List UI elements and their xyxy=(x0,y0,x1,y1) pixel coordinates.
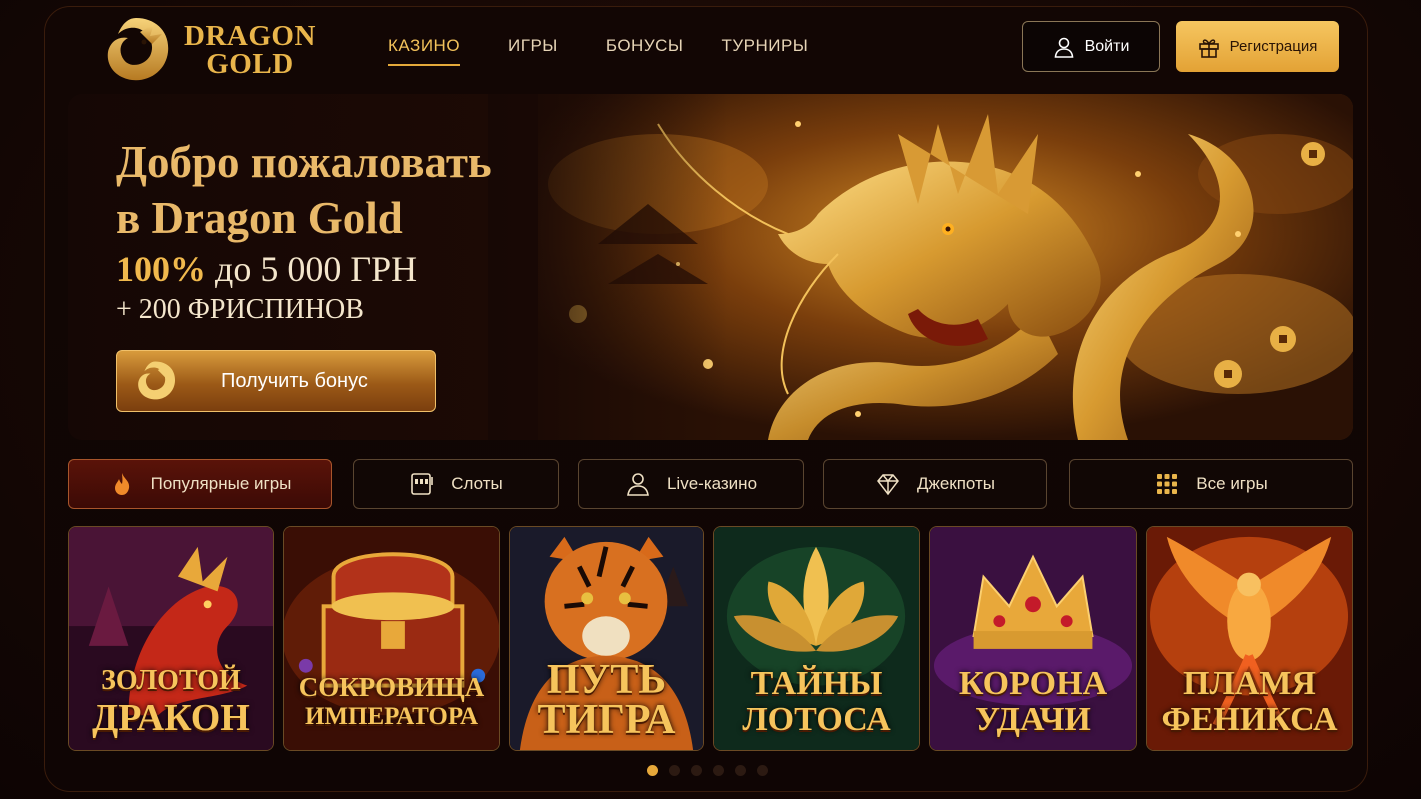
hero-freespins: + 200 ФРИСПИНОВ xyxy=(116,294,364,325)
game-title-line1: ТАЙНЫ xyxy=(750,665,883,702)
pagination-dot[interactable] xyxy=(647,765,658,776)
game-title-line2: ФЕНИКСА xyxy=(1161,701,1338,738)
hero-title-line2: в Dragon Gold xyxy=(116,193,403,243)
game-card-emperor-treasures[interactable]: СОКРОВИЩА ИМПЕРАТОРА xyxy=(283,526,500,751)
register-label: Регистрация xyxy=(1229,38,1318,55)
flame-icon xyxy=(114,473,129,495)
game-card-crown-of-luck[interactable]: КОРОНА УДАЧИ xyxy=(929,526,1137,751)
brand-logo[interactable]: DRAGON GOLD xyxy=(96,12,326,88)
game-card-lotus-secrets[interactable]: ТАЙНЫ ЛОТОСА xyxy=(713,526,920,751)
game-title: СОКРОВИЩА ИМПЕРАТОРА xyxy=(284,672,499,732)
game-title-line2: УДАЧИ xyxy=(975,701,1091,738)
game-title-line1: СОКРОВИЩА xyxy=(298,672,485,702)
slot-machine-icon xyxy=(411,473,434,495)
user-icon xyxy=(1054,37,1073,58)
game-title-line2: ЛОТОСА xyxy=(742,701,891,738)
tab-label: Live-казино xyxy=(666,474,758,493)
tab-label: Слоты xyxy=(451,474,503,493)
get-bonus-label: Получить бонус xyxy=(221,369,368,392)
tab-label: Все игры xyxy=(1196,474,1268,493)
login-label: Войти xyxy=(1084,37,1130,55)
brand-name-line2: GOLD xyxy=(206,48,294,80)
pagination-dot[interactable] xyxy=(735,765,746,776)
tab-label: Популярные игры xyxy=(150,474,292,493)
carousel-pagination xyxy=(647,765,768,776)
brand-name-line1: DRAGON xyxy=(184,20,316,52)
tab-label: Джекпоты xyxy=(916,474,996,493)
pagination-dot[interactable] xyxy=(669,765,680,776)
main-nav: КАЗИНО ИГРЫ БОНУСЫ ТУРНИРЫ xyxy=(388,36,856,66)
nav-bonuses[interactable]: БОНУСЫ xyxy=(606,36,684,66)
tab-slots[interactable]: Слоты xyxy=(353,459,559,509)
dragon-emblem-icon xyxy=(138,361,176,400)
dealer-icon xyxy=(627,473,649,496)
diamond-icon xyxy=(876,474,899,496)
grid-icon xyxy=(1157,474,1178,494)
game-card-tiger-path[interactable]: ПУТЬ ТИГРА xyxy=(509,526,704,751)
game-title-line1: ПУТЬ xyxy=(546,657,667,703)
game-title-line1: КОРОНА xyxy=(958,665,1108,702)
tab-live-casino[interactable]: Live-казино xyxy=(578,459,804,509)
hero-banner: Добро пожаловать в Dragon Gold 100% до 5… xyxy=(68,94,1353,440)
pagination-dot[interactable] xyxy=(691,765,702,776)
game-title-line2: ИМПЕРАТОРА xyxy=(304,703,478,730)
game-title-line2: ДРАКОН xyxy=(92,697,250,739)
gift-icon xyxy=(1198,38,1219,58)
get-bonus-button[interactable]: Получить бонус xyxy=(116,350,436,412)
bonus-percent: 100% xyxy=(116,249,206,289)
nav-games[interactable]: ИГРЫ xyxy=(508,36,558,66)
game-title: КОРОНА УДАЧИ xyxy=(930,666,1136,738)
hero-title-line1: Добро пожаловать xyxy=(116,137,492,187)
pagination-dot[interactable] xyxy=(757,765,768,776)
bonus-amount: до 5 000 ГРН xyxy=(206,249,418,289)
hero-bonus-amount: 100% до 5 000 ГРН xyxy=(116,248,417,290)
tab-jackpots[interactable]: Джекпоты xyxy=(823,459,1047,509)
login-button[interactable]: Войти xyxy=(1022,21,1160,72)
hero-title: Добро пожаловать в Dragon Gold xyxy=(116,134,492,246)
pagination-dot[interactable] xyxy=(713,765,724,776)
game-title: ТАЙНЫ ЛОТОСА xyxy=(714,666,919,738)
nav-casino[interactable]: КАЗИНО xyxy=(388,36,461,66)
tab-all-games[interactable]: Все игры xyxy=(1069,459,1353,509)
game-title-line1: ПЛАМЯ xyxy=(1183,665,1316,702)
game-card-golden-dragon[interactable]: ЗОЛОТОЙ ДРАКОН xyxy=(68,526,274,751)
nav-tournaments[interactable]: ТУРНИРЫ xyxy=(721,36,808,66)
tab-popular-games[interactable]: Популярные игры xyxy=(68,459,332,509)
game-title-line1: ЗОЛОТОЙ xyxy=(101,665,241,696)
game-title-line2: ТИГРА xyxy=(537,697,676,743)
game-card-phoenix-flame[interactable]: ПЛАМЯ ФЕНИКСА xyxy=(1146,526,1353,751)
game-title: ЗОЛОТОЙ ДРАКОН xyxy=(69,664,273,738)
dragon-logo-icon xyxy=(107,18,169,81)
register-button[interactable]: Регистрация xyxy=(1176,21,1339,72)
game-title: ПЛАМЯ ФЕНИКСА xyxy=(1147,666,1352,738)
game-title: ПУТЬ ТИГРА xyxy=(510,657,703,743)
hero-fade-overlay xyxy=(488,94,728,440)
